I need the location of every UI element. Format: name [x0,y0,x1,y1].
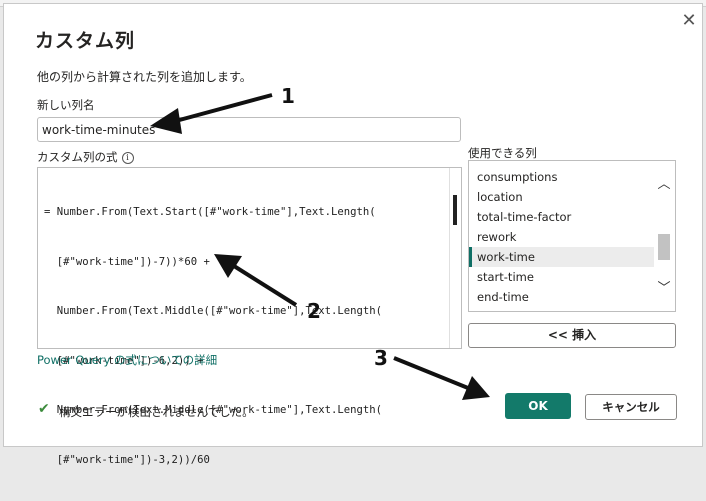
annotation-number-2: 2 [307,299,321,323]
annotation-number-3: 3 [374,346,388,370]
arrow-1-head [150,108,182,134]
annotation-number-1: 1 [281,84,295,108]
annotation-arrows [150,93,490,400]
arrow-2-line [232,264,298,307]
arrow-1-line [171,93,273,124]
arrow-2-head [214,254,242,278]
formula-line: [#"work-time"])-3,2))/60 [44,453,210,466]
arrow-3-line [393,356,469,390]
